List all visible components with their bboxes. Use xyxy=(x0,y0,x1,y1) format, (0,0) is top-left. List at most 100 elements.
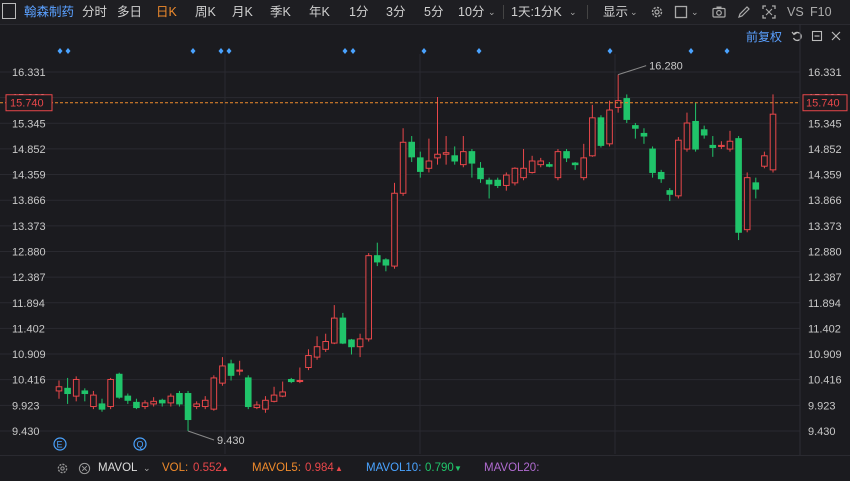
mavol5-value: 0.984 xyxy=(305,462,334,474)
event-marker-icon xyxy=(688,48,694,54)
kline-chart[interactable]: 16.33116.33115.83815.83815.34515.34514.8… xyxy=(0,24,850,455)
event-marker-icon xyxy=(218,48,224,54)
tab-10min[interactable]: 10分 xyxy=(458,0,484,24)
tab-10min-chevron-icon[interactable]: ⌄ xyxy=(488,0,496,24)
tab-quarter-k[interactable]: 季K xyxy=(270,0,291,24)
mavol10-label: MAVOL10: xyxy=(366,462,422,474)
candle-up xyxy=(528,160,536,173)
candle-up xyxy=(210,377,218,410)
tab-day-k[interactable]: 日K xyxy=(156,0,177,24)
candle-down xyxy=(348,339,355,348)
vol-up-arrow-icon: ▲ xyxy=(221,464,229,473)
candle-up xyxy=(322,341,329,350)
tab-3min[interactable]: 3分 xyxy=(386,0,405,24)
candle-down xyxy=(287,378,295,383)
event-marker-icon xyxy=(57,48,63,54)
low-price-label: 9.430 xyxy=(217,435,245,447)
vol-value: 0.552 xyxy=(193,462,222,474)
candle-down xyxy=(640,132,648,137)
tab-fenshi[interactable]: 分时 xyxy=(82,0,107,24)
candle-up xyxy=(761,155,768,167)
candle-up xyxy=(520,167,527,179)
candle-down xyxy=(382,259,390,266)
y-tick-left: 14.359 xyxy=(12,170,46,182)
indicator-close-icon[interactable] xyxy=(78,462,91,475)
y-tick-left: 9.923 xyxy=(12,400,40,412)
checkbox-chevron-icon[interactable]: ⌄ xyxy=(691,0,699,24)
candle-down xyxy=(666,190,674,195)
y-tick-right: 14.852 xyxy=(808,144,842,156)
tab-month-k[interactable]: 月K xyxy=(232,0,253,24)
y-tick-right: 12.387 xyxy=(808,272,842,284)
event-markers xyxy=(57,48,730,54)
display-button[interactable]: 显示 xyxy=(603,0,628,24)
y-tick-left: 11.402 xyxy=(12,323,45,335)
candle-up xyxy=(253,404,261,409)
candle-up xyxy=(365,255,372,340)
tab-5min[interactable]: 5分 xyxy=(424,0,443,24)
candle-up xyxy=(391,192,398,267)
candle-down xyxy=(408,141,415,158)
candle-down xyxy=(546,164,553,167)
event-marker-icon xyxy=(607,48,613,54)
candle-down xyxy=(124,395,132,401)
divider xyxy=(503,5,504,19)
candle-up xyxy=(503,174,510,186)
tab-1min[interactable]: 1分 xyxy=(349,0,368,24)
high-pointer xyxy=(618,65,647,76)
candle-up xyxy=(270,394,278,402)
mavol10-value: 0.790 xyxy=(425,462,454,474)
settings-gear-icon[interactable] xyxy=(650,5,664,19)
low-pointer xyxy=(187,430,215,441)
indicator-chevron-icon[interactable]: ⌄ xyxy=(143,456,151,481)
mavol20-label: MAVOL20: xyxy=(484,462,540,474)
camera-icon[interactable] xyxy=(712,5,726,19)
candle-down xyxy=(451,155,459,162)
candle-down xyxy=(81,390,89,395)
candle-up xyxy=(434,153,441,159)
display-chevron-icon[interactable]: ⌄ xyxy=(630,0,638,24)
y-tick-right: 16.331 xyxy=(808,67,842,79)
candle-down xyxy=(735,138,742,233)
indicator-settings-icon[interactable] xyxy=(56,462,69,475)
fullscreen-icon[interactable] xyxy=(762,5,776,19)
tab-week-k[interactable]: 周K xyxy=(195,0,216,24)
candle-up xyxy=(236,369,243,372)
vs-button[interactable]: VS xyxy=(787,0,804,24)
y-tick-left: 12.880 xyxy=(12,246,46,258)
candle-down xyxy=(227,363,235,376)
y-tick-right: 11.894 xyxy=(808,298,841,310)
y-tick-left: 14.852 xyxy=(12,144,46,156)
tab-year-k[interactable]: 年K xyxy=(309,0,330,24)
candle-up xyxy=(72,378,80,397)
y-tick-left: 9.430 xyxy=(12,426,40,438)
event-circle-letter-icon: E xyxy=(57,440,63,450)
candle-down xyxy=(692,120,699,150)
candle-up xyxy=(313,346,321,358)
pencil-icon[interactable] xyxy=(737,5,751,19)
stock-name[interactable]: 翰森制药 xyxy=(24,0,74,24)
candle-down xyxy=(700,129,708,136)
indicator-name[interactable]: MAVOL xyxy=(98,456,137,481)
event-marker-icon xyxy=(350,48,356,54)
tab-duori[interactable]: 多日 xyxy=(117,0,142,24)
event-marker-icon xyxy=(226,48,232,54)
tab-1day-chevron-icon[interactable]: ⌄ xyxy=(569,0,577,24)
checkbox-icon[interactable] xyxy=(674,5,688,19)
candle-up xyxy=(554,151,562,179)
candle-up xyxy=(537,160,545,166)
y-tick-left: 13.373 xyxy=(12,221,46,233)
annotations: 15.740 15.740 16.280 9.430 E Q xyxy=(0,61,848,451)
candle-up xyxy=(305,355,312,369)
y-tick-right: 15.345 xyxy=(808,118,842,130)
candle-down xyxy=(477,167,484,180)
candle-up xyxy=(90,394,97,408)
f10-button[interactable]: F10 xyxy=(810,0,832,24)
stock-badge-icon[interactable] xyxy=(2,3,16,19)
y-tick-left: 16.331 xyxy=(12,67,46,79)
candle-up xyxy=(201,399,209,408)
candle-up xyxy=(262,399,269,410)
event-marker-icon xyxy=(421,48,427,54)
candle-down xyxy=(373,255,381,263)
tab-1day-1min[interactable]: 1天:1分K xyxy=(511,0,562,24)
